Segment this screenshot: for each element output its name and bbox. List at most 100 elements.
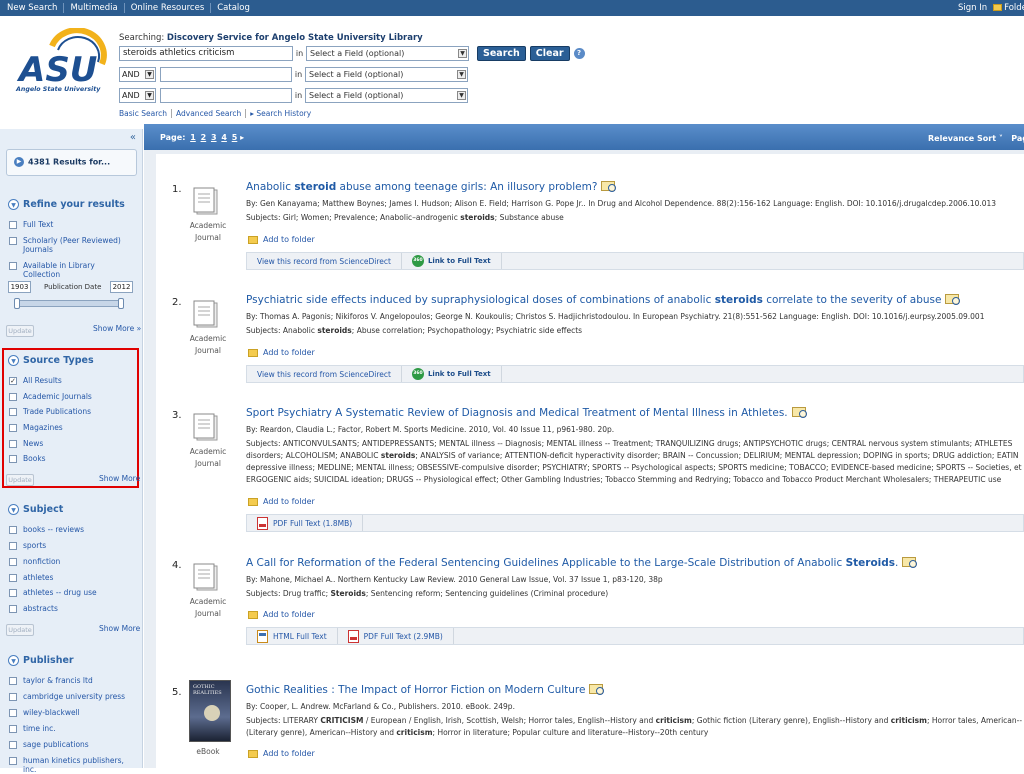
search-input-1[interactable]: steroids athletics criticism — [119, 46, 293, 61]
checkbox[interactable] — [9, 262, 17, 270]
source-academic-journals[interactable]: Academic Journals — [9, 392, 134, 401]
source-books[interactable]: Books — [9, 454, 134, 463]
checkbox[interactable] — [9, 757, 17, 765]
subject-athletes[interactable]: athletes — [9, 573, 134, 582]
subject-athletes-drug-use[interactable]: athletes -- drug use — [9, 588, 134, 597]
collapse-sidebar-icon[interactable]: « — [130, 132, 136, 143]
publisher-human-kinetics[interactable]: human kinetics publishers, inc. — [9, 756, 134, 774]
update-button-subject[interactable]: Update — [6, 624, 34, 636]
publisher-title[interactable]: ▼ Publisher — [8, 655, 74, 666]
subject-nonfiction[interactable]: nonfiction — [9, 557, 134, 566]
preview-icon[interactable] — [902, 557, 918, 568]
html-full-text-link[interactable]: HTML Full Text — [247, 628, 338, 644]
checkbox[interactable] — [9, 424, 17, 432]
link-to-full-text-button[interactable]: 360 Link to Full Text — [402, 366, 502, 382]
search-input-2[interactable] — [160, 67, 292, 82]
publisher-time[interactable]: time inc. — [9, 724, 134, 733]
subject-title[interactable]: ▼ Subject — [8, 504, 63, 515]
relevance-sort-dropdown[interactable]: Relevance Sort ˅ — [928, 134, 1003, 143]
asu-logo[interactable]: ASU Angelo State University — [14, 28, 114, 100]
checkbox[interactable] — [9, 574, 17, 582]
checkbox[interactable] — [9, 221, 17, 229]
preview-icon[interactable] — [601, 181, 617, 192]
add-to-folder-link[interactable]: Add to folder — [248, 235, 315, 244]
field-select-1[interactable]: Select a Field (optional) ▼ — [306, 46, 469, 61]
advanced-search-link[interactable]: Advanced Search — [172, 109, 247, 118]
filter-scholarly[interactable]: Scholarly (Peer Reviewed) Journals — [9, 236, 134, 254]
page-link-2[interactable]: 2 — [201, 133, 207, 142]
pdf-full-text-link[interactable]: PDF Full Text (1.8MB) — [247, 515, 364, 531]
checkbox[interactable] — [9, 589, 17, 597]
pdf-full-text-link[interactable]: PDF Full Text (2.9MB) — [338, 628, 454, 644]
source-types-title[interactable]: ▼ Source Types — [8, 355, 94, 366]
checkbox[interactable] — [9, 408, 17, 416]
link-to-full-text-button[interactable]: 360 Link to Full Text — [402, 253, 502, 269]
publisher-sage[interactable]: sage publications — [9, 740, 134, 749]
add-to-folder-link[interactable]: Add to folder — [248, 348, 315, 357]
search-input-3[interactable] — [160, 88, 292, 103]
publication-date-slider[interactable] — [14, 298, 124, 309]
results-count-box[interactable]: ▶ 4381 Results for... — [6, 149, 137, 176]
page-options-dropdown[interactable]: Page — [1011, 134, 1024, 143]
subject-abstracts[interactable]: abstracts — [9, 604, 134, 613]
add-to-folder-link[interactable]: Add to folder — [248, 749, 315, 758]
search-history-link[interactable]: ▸ Search History — [246, 109, 315, 118]
basic-search-link[interactable]: Basic Search — [115, 109, 173, 118]
page-link-1[interactable]: 1 — [190, 133, 196, 142]
subject-sports[interactable]: sports — [9, 541, 134, 550]
show-more-source[interactable]: Show More — [99, 474, 140, 483]
checkbox[interactable] — [9, 725, 17, 733]
page-link-4[interactable]: 4 — [221, 133, 227, 142]
publisher-wiley[interactable]: wiley-blackwell — [9, 708, 134, 717]
subject-books-reviews[interactable]: books -- reviews — [9, 525, 134, 534]
checkbox[interactable] — [9, 693, 17, 701]
field-select-2[interactable]: Select a Field (optional) ▼ — [305, 67, 468, 82]
filter-library-collection[interactable]: Available in Library Collection — [9, 261, 134, 279]
result-title-link[interactable]: Sport Psychiatry A Systematic Review of … — [246, 407, 807, 419]
add-to-folder-link[interactable]: Add to folder — [248, 497, 315, 506]
publisher-taylor-francis[interactable]: taylor & francis ltd — [9, 676, 134, 685]
checkbox[interactable] — [9, 741, 17, 749]
publisher-cambridge[interactable]: cambridge university press — [9, 692, 134, 701]
source-trade-publications[interactable]: Trade Publications — [9, 407, 134, 416]
nav-multimedia[interactable]: Multimedia — [64, 3, 125, 13]
result-title-link[interactable]: A Call for Reformation of the Federal Se… — [246, 557, 918, 569]
boolean-select-3[interactable]: AND ▼ — [119, 88, 156, 103]
checkbox[interactable] — [9, 677, 17, 685]
view-record-link[interactable]: View this record from ScienceDirect — [247, 253, 402, 269]
checkbox[interactable] — [9, 526, 17, 534]
nav-catalog[interactable]: Catalog — [211, 3, 256, 13]
checkbox[interactable] — [9, 393, 17, 401]
update-button-source[interactable]: Update — [6, 474, 34, 486]
source-all-results[interactable]: ✓ All Results — [9, 376, 134, 385]
show-more-refine[interactable]: Show More » — [93, 324, 141, 333]
checkbox[interactable] — [9, 605, 17, 613]
result-title-link[interactable]: Psychiatric side effects induced by supr… — [246, 294, 961, 306]
next-page-icon[interactable]: ▸ — [240, 133, 244, 142]
preview-icon[interactable] — [589, 684, 605, 695]
add-to-folder-link[interactable]: Add to folder — [248, 610, 315, 619]
show-more-subject[interactable]: Show More — [99, 624, 140, 633]
checkbox-checked[interactable]: ✓ — [9, 377, 17, 385]
slider-handle-start[interactable] — [14, 298, 20, 309]
clear-button[interactable]: Clear — [529, 46, 570, 61]
preview-icon[interactable] — [945, 294, 961, 305]
checkbox[interactable] — [9, 237, 17, 245]
year-to-input[interactable]: 2012 — [110, 281, 133, 293]
source-news[interactable]: News — [9, 439, 134, 448]
book-cover-image[interactable]: GOTHIC REALITIES — [189, 680, 231, 742]
source-magazines[interactable]: Magazines — [9, 423, 134, 432]
preview-icon[interactable] — [791, 407, 807, 418]
help-icon[interactable]: ? — [573, 48, 585, 59]
checkbox[interactable] — [9, 542, 17, 550]
search-button[interactable]: Search — [477, 46, 526, 61]
boolean-select-2[interactable]: AND ▼ — [119, 67, 156, 82]
checkbox[interactable] — [9, 558, 17, 566]
page-link-5[interactable]: 5 — [232, 133, 238, 142]
field-select-3[interactable]: Select a Field (optional) ▼ — [305, 88, 468, 103]
update-button-refine[interactable]: Update — [6, 325, 34, 337]
sign-in-link[interactable]: Sign In — [958, 3, 987, 13]
checkbox[interactable] — [9, 440, 17, 448]
view-record-link[interactable]: View this record from ScienceDirect — [247, 366, 402, 382]
result-title-link[interactable]: Gothic Realities : The Impact of Horror … — [246, 684, 605, 696]
